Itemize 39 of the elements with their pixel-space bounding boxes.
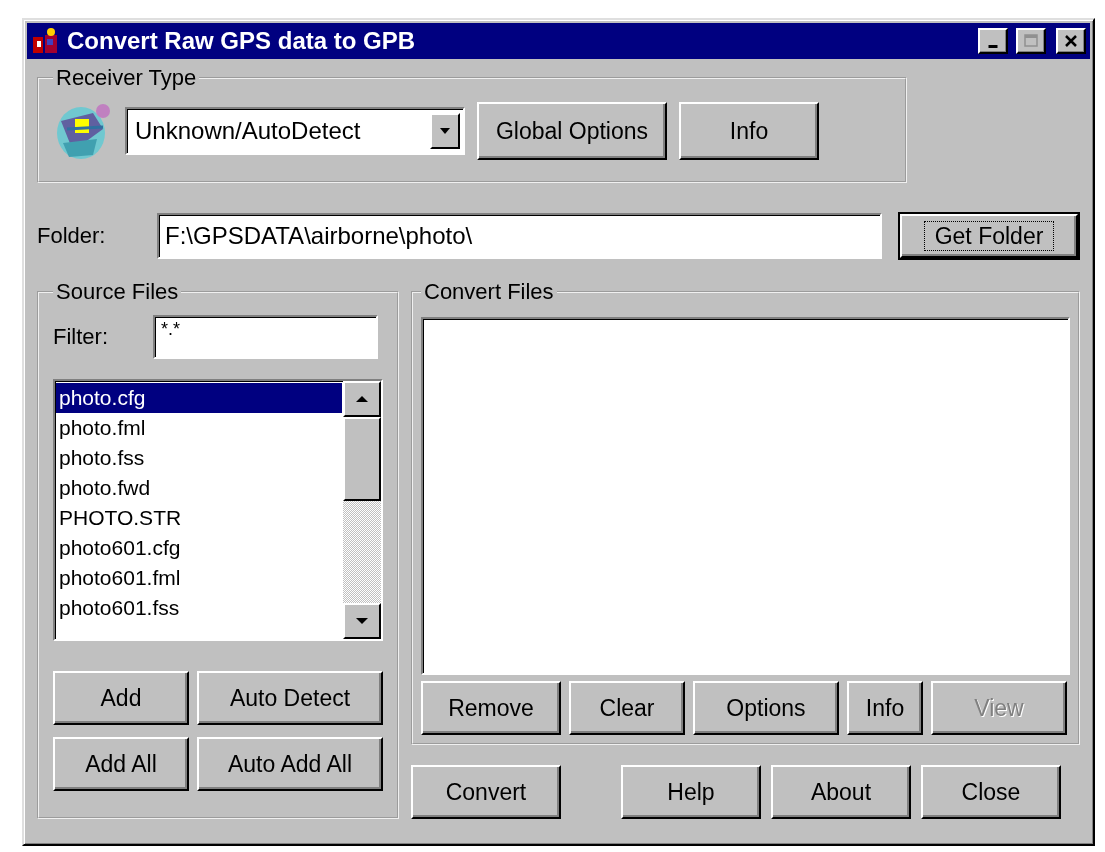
file-list-item[interactable]: photo601.fss <box>56 593 342 623</box>
file-list-item[interactable]: photo601.cfg <box>56 533 342 563</box>
receiver-type-dropdown[interactable]: Unknown/AutoDetect <box>125 107 465 155</box>
file-list-item[interactable]: photo.fss <box>56 443 342 473</box>
group-label: Source Files <box>55 279 180 305</box>
minimize-button[interactable] <box>978 28 1008 54</box>
dialog-button[interactable]: About <box>771 765 911 819</box>
file-list-item[interactable]: photo.fml <box>56 413 342 443</box>
group-label: Convert Files <box>423 279 555 305</box>
close-icon <box>1062 33 1080 49</box>
folder-label: Folder: <box>37 223 107 249</box>
dialog-button[interactable]: Convert <box>411 765 561 819</box>
dialog-button[interactable]: Help <box>621 765 761 819</box>
file-action-button[interactable]: Info <box>847 681 923 735</box>
close-button[interactable] <box>1056 28 1086 54</box>
scroll-thumb[interactable] <box>343 417 381 501</box>
window-title: Convert Raw GPS data to GPB <box>67 27 417 55</box>
dialog-button[interactable]: Close <box>921 765 1061 819</box>
source-button[interactable]: Auto Detect <box>197 671 383 725</box>
receiver-button[interactable]: Global Options <box>477 102 667 160</box>
get-folder-button[interactable]: Get Folder <box>900 214 1078 258</box>
minimize-icon <box>988 44 998 48</box>
file-action-button[interactable]: Options <box>693 681 839 735</box>
folder-field[interactable]: F:\GPSDATA\airborne\photo\ <box>157 213 882 259</box>
file-list-item[interactable]: photo.fwd <box>56 473 342 503</box>
filter-label: Filter: <box>53 324 109 350</box>
file-list-item[interactable]: PHOTO.STR <box>56 503 342 533</box>
source-button[interactable]: Auto Add All <box>197 737 383 791</box>
file-list-item[interactable]: photo.cfg <box>56 383 342 413</box>
filter-field[interactable]: *.* <box>153 315 378 359</box>
maximize-icon <box>1022 33 1040 49</box>
source-button[interactable]: Add <box>53 671 189 725</box>
file-action-button[interactable]: Remove <box>421 681 561 735</box>
vertical-scrollbar[interactable] <box>343 381 381 639</box>
receiver-button[interactable]: Info <box>679 102 819 160</box>
file-action-button[interactable]: Clear <box>569 681 685 735</box>
file-list-item[interactable]: photo601.fml <box>56 563 342 593</box>
group-label: Receiver Type <box>55 65 198 91</box>
source-button[interactable]: Add All <box>53 737 189 791</box>
